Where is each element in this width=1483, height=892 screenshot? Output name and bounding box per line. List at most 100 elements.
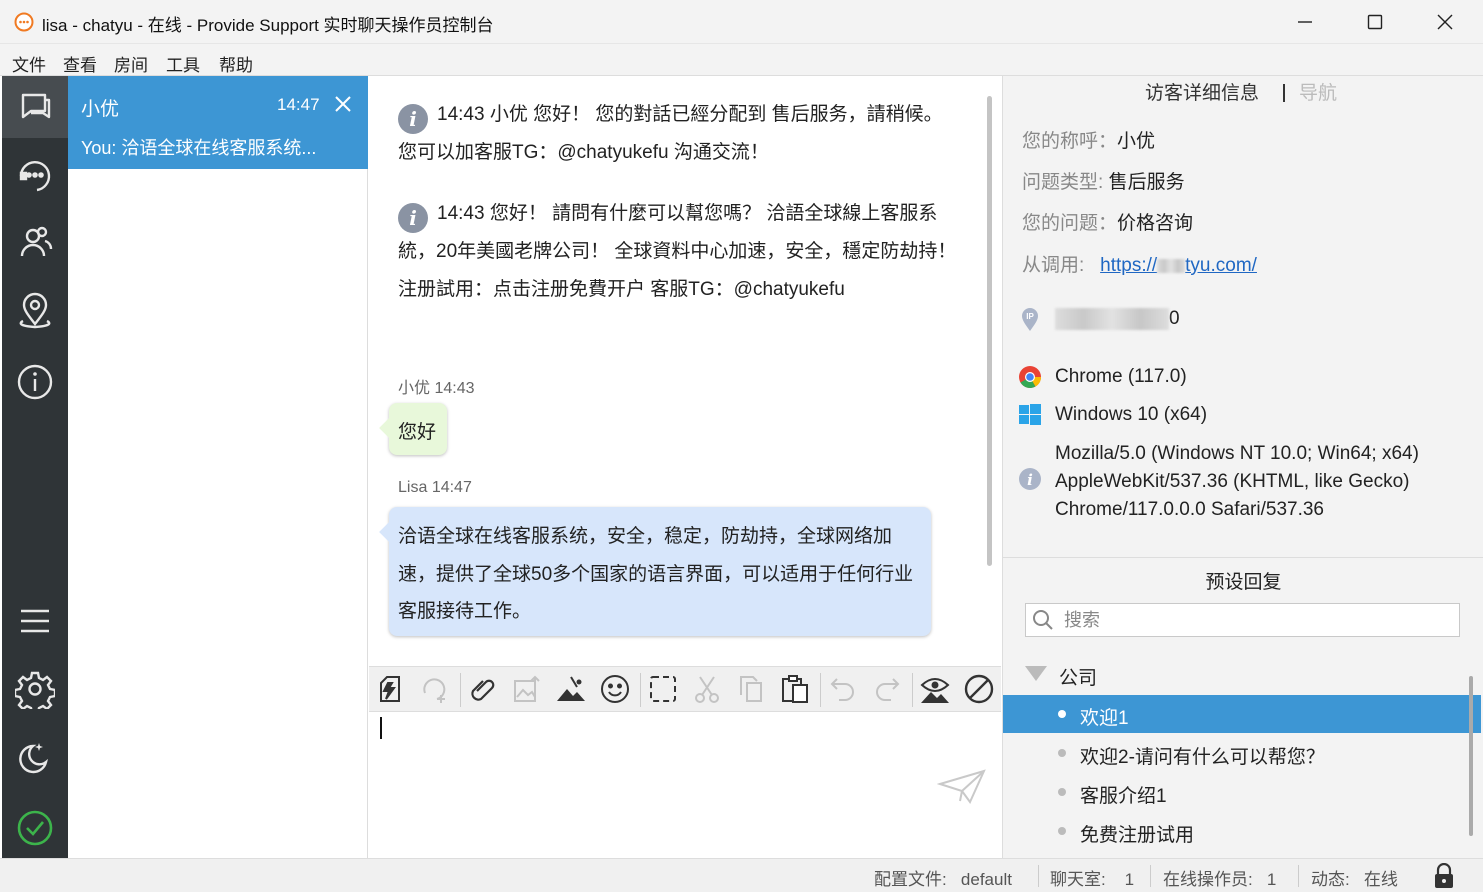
menu-icon[interactable]	[15, 601, 55, 641]
moon-stars-icon[interactable]	[15, 738, 55, 778]
menu-help[interactable]: 帮助	[219, 51, 253, 76]
settings-icon[interactable]	[15, 669, 55, 709]
message-input-area[interactable]	[369, 712, 1001, 858]
sender-name: 小优	[398, 380, 431, 397]
canned-search-input[interactable]	[1064, 606, 1444, 634]
send-image-button[interactable]	[510, 672, 544, 706]
block-icon	[964, 674, 994, 704]
operator-headset-icon[interactable]	[15, 154, 55, 194]
user-agent-info-icon: i	[1019, 468, 1041, 490]
tab-visitor-details[interactable]: 访客详细信息	[1145, 78, 1259, 105]
menu-view[interactable]: 查看	[63, 51, 97, 76]
os-value: Windows 10 (x64)	[1055, 404, 1208, 425]
referrer-link[interactable]: https:// tyu.com/	[1100, 255, 1257, 276]
message-text: 您好	[398, 422, 437, 443]
visitor-message-bubble: 您好	[389, 403, 447, 455]
block-visitor-button[interactable]	[962, 672, 996, 706]
quick-reply-button[interactable]	[374, 672, 408, 706]
chat-preview: You: 洽语全球在线客服系统...	[81, 138, 317, 158]
bullet-icon	[1058, 788, 1066, 796]
lock-icon[interactable]	[1432, 863, 1456, 889]
tab-navigation[interactable]: 导航	[1299, 78, 1337, 105]
detail-label: 问题类型:	[1022, 172, 1104, 193]
operators-status: 在线操作员: 1	[1163, 865, 1276, 890]
operators-label: 在线操作员:	[1163, 870, 1253, 889]
copy-icon	[740, 676, 762, 702]
operators-value: 1	[1266, 870, 1277, 889]
detail-label: 您的称呼：	[1022, 131, 1118, 152]
state-value: 在线	[1363, 870, 1398, 889]
canned-reply-item[interactable]: 免费注册试用	[1003, 812, 1481, 850]
system-message: i 14:43 小优 您好！ 您的對話已經分配到 售后服务，請稍候。 您可以加客服…	[398, 96, 958, 172]
icon-rail	[2, 76, 68, 858]
maximize-button[interactable]	[1340, 0, 1410, 44]
co-browse-icon	[920, 678, 950, 703]
rooms-value: 1	[1124, 870, 1135, 889]
info-icon[interactable]	[15, 362, 55, 402]
info-icon: i	[398, 203, 428, 233]
undo-button[interactable]	[826, 672, 860, 706]
menu-file[interactable]: 文件	[12, 51, 46, 76]
close-chat-icon[interactable]	[333, 94, 353, 114]
state-label: 动态:	[1311, 870, 1350, 889]
canned-folder-label: 公司	[1059, 668, 1098, 689]
referrer-link-prefix: https://	[1100, 255, 1158, 276]
referrer-row: 从调用: https:// tyu.com/	[1022, 250, 1257, 277]
canned-reply-item[interactable]: 欢迎2-请问有什么可以帮您？	[1003, 734, 1481, 772]
select-area-icon	[650, 676, 676, 702]
folder-expand-icon[interactable]	[1025, 666, 1047, 681]
canned-reply-item[interactable]: 欢迎1	[1003, 695, 1481, 733]
send-icon[interactable]	[937, 768, 987, 804]
copy-button[interactable]	[734, 672, 768, 706]
conversation-scrollbar[interactable]	[987, 96, 992, 566]
detail-value: 售后服务	[1108, 172, 1185, 193]
menu-bar: 文件 查看 房间 工具 帮助	[0, 44, 1483, 76]
detail-value: 价格咨询	[1117, 213, 1194, 234]
screenshot-button[interactable]	[554, 672, 588, 706]
ai-assist-button[interactable]	[418, 672, 452, 706]
sender-time: 14:47	[431, 479, 472, 496]
status-separator	[1038, 865, 1039, 887]
status-separator	[1298, 865, 1299, 887]
chats-icon[interactable]	[15, 86, 55, 126]
canned-reply-label: 欢迎2-请问有什么可以帮您？	[1080, 747, 1325, 768]
rooms-status: 聊天室: 1	[1050, 865, 1134, 890]
close-window-button[interactable]	[1410, 0, 1480, 44]
emoji-button[interactable]	[598, 672, 632, 706]
sender-time: 14:43	[434, 380, 475, 397]
online-status-icon[interactable]	[15, 808, 55, 848]
attach-file-button[interactable]	[466, 672, 500, 706]
menu-room[interactable]: 房间	[114, 51, 148, 76]
visitors-icon[interactable]	[15, 222, 55, 262]
bullet-icon	[1058, 710, 1066, 718]
canned-scrollbar[interactable]	[1469, 676, 1473, 836]
operator-message-bubble: 洽语全球在线客服系统，安全，稳定，防劫持，全球网络加速，提供了全球50多个国家的…	[389, 507, 931, 636]
cut-button[interactable]	[690, 672, 724, 706]
location-pin-icon[interactable]	[15, 292, 55, 332]
window-title: lisa - chatyu - 在线 - Provide Support 实时聊…	[42, 16, 494, 35]
title-bar: lisa - chatyu - 在线 - Provide Support 实时聊…	[0, 0, 1483, 44]
close-icon	[1437, 14, 1453, 30]
chat-list-item[interactable]: 小优 14:47 You: 洽语全球在线客服系统...	[68, 76, 368, 169]
select-area-button[interactable]	[646, 672, 680, 706]
info-icon: i	[398, 104, 428, 134]
co-browse-button[interactable]	[918, 672, 952, 706]
redo-button[interactable]	[870, 672, 904, 706]
canned-reply-item[interactable]: 客服介绍1	[1003, 773, 1481, 811]
menu-tools[interactable]: 工具	[166, 51, 200, 76]
detail-row: 问题类型: 售后服务	[1022, 167, 1185, 194]
search-icon	[1033, 610, 1053, 630]
paste-button[interactable]	[778, 672, 812, 706]
status-separator	[1150, 865, 1151, 887]
svg-text:i: i	[1027, 471, 1033, 489]
undo-icon	[830, 678, 854, 701]
message-text: 洽语全球在线客服系统，安全，稳定，防劫持，全球网络加速，提供了全球50多个国家的…	[398, 526, 914, 622]
minimize-button[interactable]	[1270, 0, 1340, 44]
canned-search-box[interactable]	[1025, 603, 1460, 637]
screenshot-icon	[557, 676, 585, 701]
system-message-time: 14:43	[437, 203, 485, 224]
referrer-label: 从调用:	[1022, 255, 1085, 276]
conversation-pane: i 14:43 小优 您好！ 您的對話已經分配到 售后服务，請稍候。 您可以加客服…	[369, 76, 1001, 666]
windows-icon	[1019, 404, 1041, 425]
ip-suffix: 0	[1169, 308, 1180, 330]
